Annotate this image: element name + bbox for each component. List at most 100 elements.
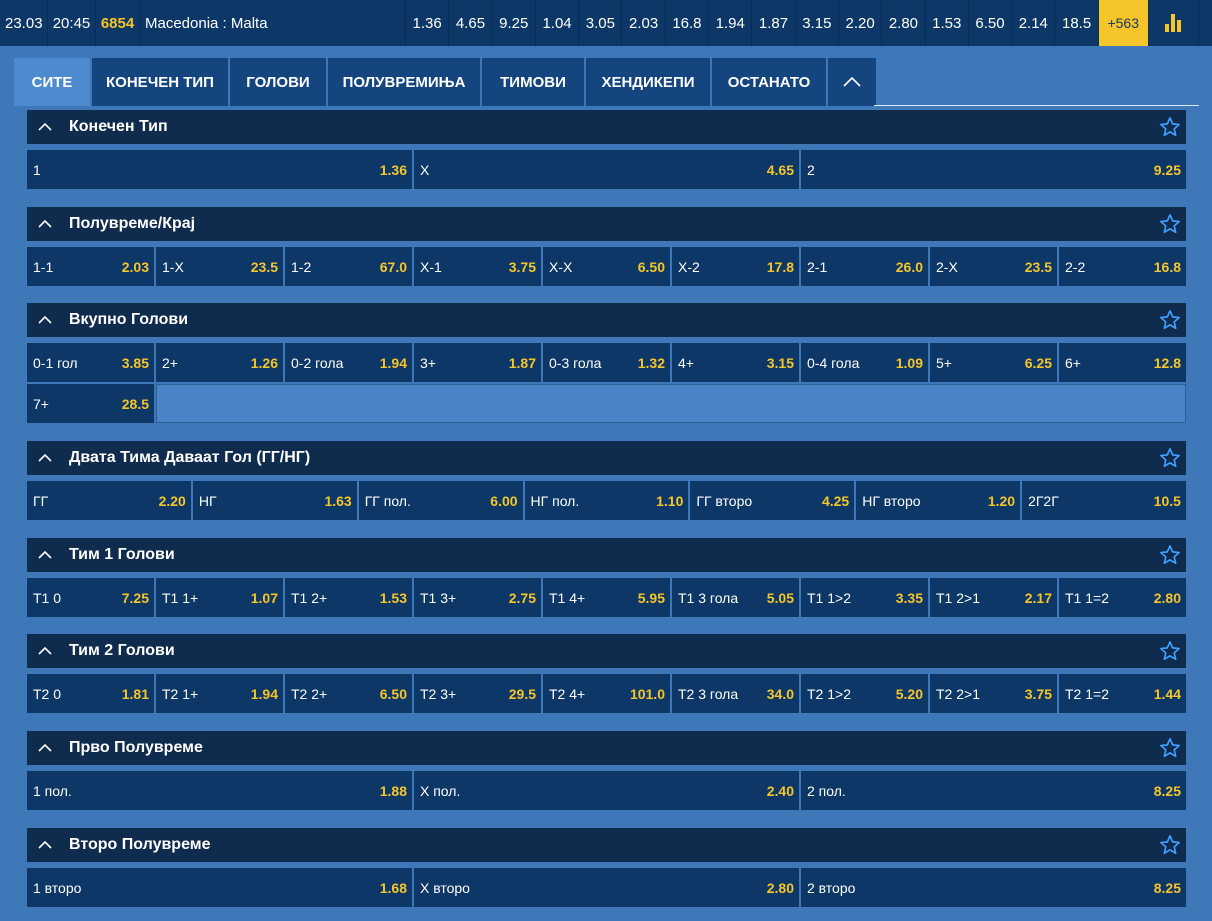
odd-button[interactable]: X-X 6.50 [543,247,670,286]
favorite-button[interactable] [1159,834,1181,861]
collapse-market-button[interactable] [27,454,63,462]
favorite-button[interactable] [1159,640,1181,667]
market-header[interactable]: Прво Полувреме [27,731,1186,769]
odd-button[interactable]: Т2 4+ 101.0 [543,674,670,713]
odd-button[interactable]: X второ 2.80 [414,868,799,907]
odd-button[interactable]: 2+ 1.26 [156,343,283,382]
odd-button[interactable]: НГ 1.63 [192,481,357,520]
top-odd-button[interactable]: 18.5 [1055,0,1099,46]
odd-button[interactable]: 2 пол. 8.25 [801,771,1186,810]
odd-button[interactable]: Т2 2>1 3.75 [930,674,1057,713]
odd-button[interactable]: НГ второ 1.20 [856,481,1021,520]
favorite-button[interactable] [1159,116,1181,143]
odd-button[interactable]: Т2 1>2 5.20 [801,674,928,713]
favorite-button[interactable] [1159,544,1181,571]
market-header[interactable]: Двата Тима Даваат Гол (ГГ/НГ) [27,441,1186,479]
odd-button[interactable]: Т2 3+ 29.5 [414,674,541,713]
odd-button[interactable]: Т1 2>1 2.17 [930,578,1057,617]
odd-button[interactable]: 4+ 3.15 [672,343,799,382]
odd-button[interactable]: 3+ 1.87 [414,343,541,382]
odd-button[interactable]: 7+ 28.5 [27,384,154,423]
odd-button[interactable]: X-1 3.75 [414,247,541,286]
stats-button[interactable] [1149,0,1199,46]
tab-item[interactable]: ТИМОВИ [482,58,584,106]
odd-button[interactable]: Т1 3+ 2.75 [414,578,541,617]
tab-all[interactable]: СИТЕ [14,58,90,106]
odd-button[interactable]: 2-X 23.5 [930,247,1057,286]
collapse-market-button[interactable] [27,647,63,655]
favorite-button[interactable] [1159,737,1181,764]
top-odd-button[interactable]: 2.14 [1012,0,1056,46]
odd-button[interactable]: Т1 1=2 2.80 [1059,578,1186,617]
odd-button[interactable]: Т2 1=2 1.44 [1059,674,1186,713]
odd-button[interactable]: X-2 17.8 [672,247,799,286]
odd-button[interactable]: 1 второ 1.68 [27,868,412,907]
odd-button[interactable]: Т1 3 гола 5.05 [672,578,799,617]
odd-button[interactable]: 2 9.25 [801,150,1186,189]
collapse-tabs-button[interactable] [828,58,876,106]
odd-button[interactable]: X пол. 2.40 [414,771,799,810]
tab-item[interactable]: КОНЕЧЕН ТИП [92,58,228,106]
top-odd-button[interactable]: 16.8 [666,0,710,46]
top-odd-button[interactable]: 1.94 [709,0,753,46]
top-odd-button[interactable]: 4.65 [449,0,493,46]
odd-button[interactable]: 5+ 6.25 [930,343,1057,382]
top-odd-button[interactable]: 3.05 [579,0,623,46]
market-header[interactable]: Тим 1 Голови [27,538,1186,576]
market-header[interactable]: Второ Полувреме [27,828,1186,866]
odd-button[interactable]: 0-4 гола 1.09 [801,343,928,382]
odd-button[interactable]: Т1 1+ 1.07 [156,578,283,617]
odd-button[interactable]: Т2 3 гола 34.0 [672,674,799,713]
odd-button[interactable]: X 4.65 [414,150,799,189]
market-header[interactable]: Тим 2 Голови [27,634,1186,672]
favorite-button[interactable] [1159,213,1181,240]
odd-button[interactable]: 0-3 гола 1.32 [543,343,670,382]
odd-button[interactable]: Т1 4+ 5.95 [543,578,670,617]
odd-button[interactable]: 2-1 26.0 [801,247,928,286]
odd-button[interactable]: 2Г2Г 10.5 [1022,481,1186,520]
tab-item[interactable]: ГОЛОВИ [230,58,326,106]
odd-button[interactable]: Т2 0 1.81 [27,674,154,713]
top-odd-button[interactable]: 2.20 [839,0,883,46]
tab-item[interactable]: ХЕНДИКЕПИ [586,58,710,106]
top-odd-button[interactable]: 1.36 [406,0,450,46]
top-odd-button[interactable]: 1.04 [536,0,580,46]
top-odd-button[interactable]: 2.80 [882,0,926,46]
top-odd-button[interactable]: 2.03 [622,0,666,46]
tab-item[interactable]: ОСТАНАТО [712,58,826,106]
more-markets-button[interactable]: +563 [1098,0,1149,46]
collapse-market-button[interactable] [27,551,63,559]
odd-button[interactable]: 2 второ 8.25 [801,868,1186,907]
tab-item[interactable]: ПОЛУВРЕМИЊА [328,58,480,106]
top-odd-button[interactable]: 6.50 [969,0,1013,46]
odd-button[interactable]: 1 1.36 [27,150,412,189]
favorite-button[interactable] [1159,309,1181,336]
top-odd-button[interactable]: 1.53 [926,0,969,46]
top-odd-button[interactable]: 1.87 [752,0,796,46]
odd-button[interactable]: 0-2 гола 1.94 [285,343,412,382]
odd-button[interactable]: Т2 2+ 6.50 [285,674,412,713]
odd-button[interactable]: Т1 2+ 1.53 [285,578,412,617]
collapse-market-button[interactable] [27,841,63,849]
odd-button[interactable]: НГ пол. 1.10 [524,481,689,520]
odd-button[interactable]: 0-1 гол 3.85 [27,343,154,382]
collapse-market-button[interactable] [27,220,63,228]
odd-button[interactable]: 6+ 12.8 [1059,343,1186,382]
odd-button[interactable]: Т2 1+ 1.94 [156,674,283,713]
collapse-market-button[interactable] [27,123,63,131]
match-name[interactable]: Macedonia : Malta [140,0,406,46]
market-header[interactable]: Вкупно Голови [27,303,1186,341]
odd-button[interactable]: Т1 0 7.25 [27,578,154,617]
top-odd-button[interactable]: 9.25 [493,0,536,46]
odd-button[interactable]: ГГ 2.20 [27,481,191,520]
odd-button[interactable]: 2-2 16.8 [1059,247,1186,286]
odd-button[interactable]: ГГ пол. 6.00 [358,481,523,520]
odd-button[interactable]: 1-2 67.0 [285,247,412,286]
market-header[interactable]: Конечен Тип [27,110,1186,148]
collapse-market-button[interactable] [27,316,63,324]
odd-button[interactable]: 1 пол. 1.88 [27,771,412,810]
market-header[interactable]: Полувреме/Крај [27,207,1186,245]
favorite-button[interactable] [1159,447,1181,474]
top-odd-button[interactable]: 3.15 [796,0,839,46]
odd-button[interactable]: 1-1 2.03 [27,247,154,286]
